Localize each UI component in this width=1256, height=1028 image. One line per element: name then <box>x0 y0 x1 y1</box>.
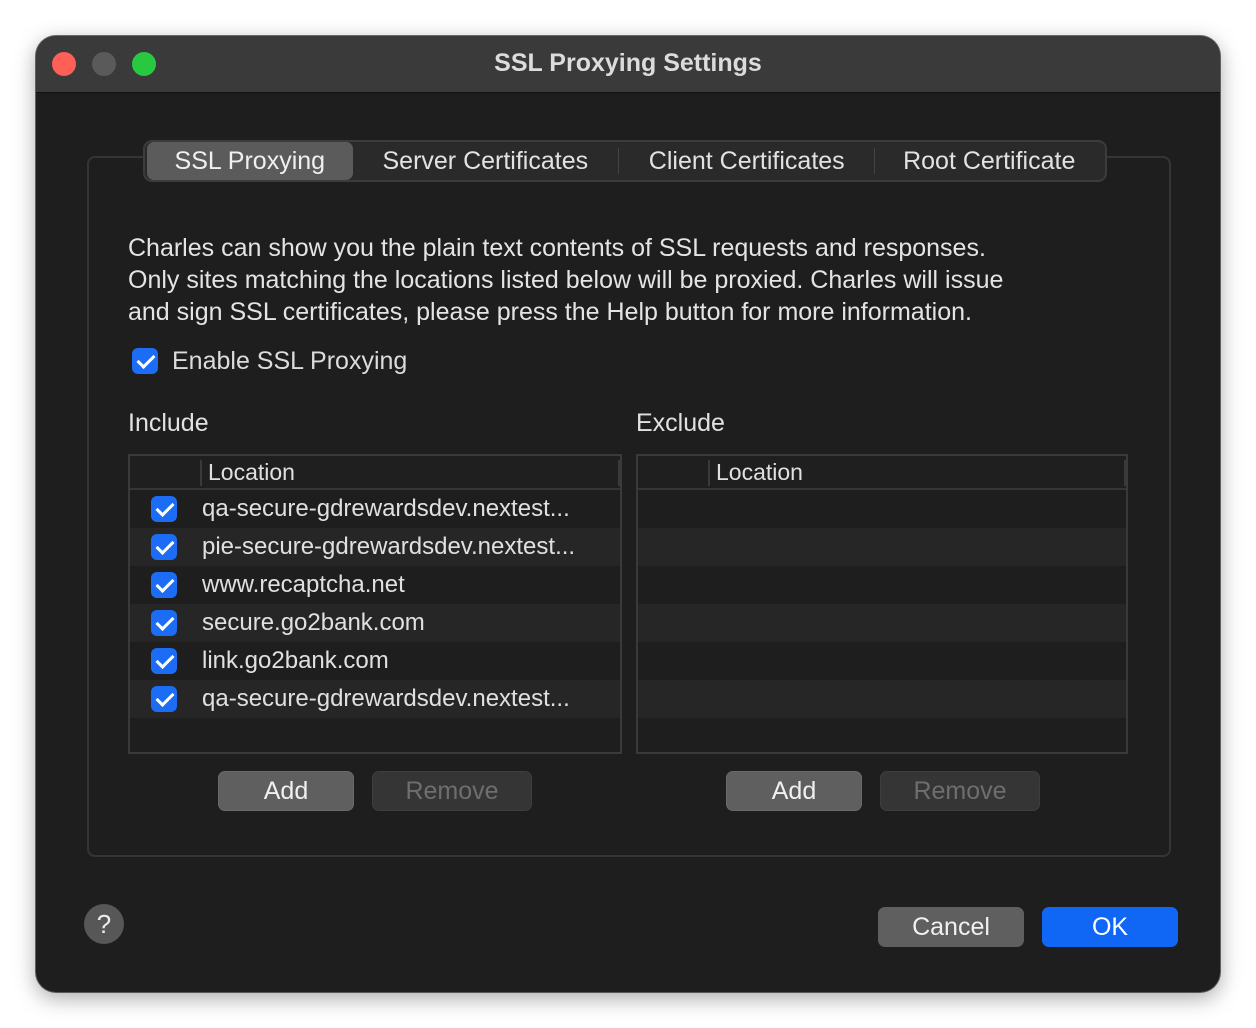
row-enabled-checkbox[interactable] <box>151 686 177 712</box>
include-remove-button[interactable]: Remove <box>372 771 532 811</box>
description-line: Charles can show you the plain text cont… <box>128 234 986 262</box>
description-line: Only sites matching the locations listed… <box>128 266 1004 294</box>
include-table-row[interactable]: qa-secure-gdrewardsdev.nextest... <box>130 680 620 718</box>
tab-client-certificates[interactable]: Client Certificates <box>619 142 874 180</box>
exclude-table[interactable]: Location <box>636 454 1128 754</box>
tab-root-certificate[interactable]: Root Certificate <box>875 142 1103 180</box>
exclude-location-column-header[interactable]: Location <box>716 456 803 488</box>
include-section-title: Include <box>128 409 209 437</box>
location-cell: qa-secure-gdrewardsdev.nextest... <box>202 685 570 712</box>
empty-row <box>638 528 1126 566</box>
row-enabled-checkbox[interactable] <box>151 648 177 674</box>
exclude-table-header: Location <box>638 456 1126 490</box>
ok-button[interactable]: OK <box>1042 907 1178 947</box>
empty-row <box>638 604 1126 642</box>
row-enabled-checkbox[interactable] <box>151 572 177 598</box>
empty-row <box>638 642 1126 680</box>
tab-server-certificates[interactable]: Server Certificates <box>353 142 618 180</box>
include-table-header: Location <box>130 456 620 490</box>
column-divider <box>1124 460 1126 486</box>
include-table-row[interactable]: link.go2bank.com <box>130 642 620 680</box>
cancel-button[interactable]: Cancel <box>878 907 1024 947</box>
location-cell: link.go2bank.com <box>202 647 389 674</box>
empty-row <box>638 490 1126 528</box>
include-table-row[interactable]: secure.go2bank.com <box>130 604 620 642</box>
location-cell: secure.go2bank.com <box>202 609 425 636</box>
row-enabled-checkbox[interactable] <box>151 496 177 522</box>
include-table-row[interactable]: qa-secure-gdrewardsdev.nextest... <box>130 490 620 528</box>
tab-bar: SSL Proxying Server Certificates Client … <box>143 140 1107 182</box>
title-bar: SSL Proxying Settings <box>36 36 1220 93</box>
include-add-button[interactable]: Add <box>218 771 354 811</box>
row-enabled-checkbox[interactable] <box>151 534 177 560</box>
exclude-remove-button[interactable]: Remove <box>880 771 1040 811</box>
description-text: Charles can show you the plain text cont… <box>128 232 1138 328</box>
ssl-proxying-settings-window: SSL Proxying Settings SSL Proxying Serve… <box>36 36 1220 992</box>
exclude-rows <box>638 490 1126 718</box>
include-location-column-header[interactable]: Location <box>208 456 295 488</box>
empty-row <box>638 680 1126 718</box>
column-divider <box>200 460 202 486</box>
enable-ssl-proxying-label: Enable SSL Proxying <box>172 346 408 375</box>
location-cell: www.recaptcha.net <box>202 571 405 598</box>
exclude-add-button[interactable]: Add <box>726 771 862 811</box>
location-cell: pie-secure-gdrewardsdev.nextest... <box>202 533 576 560</box>
include-table-row[interactable]: www.recaptcha.net <box>130 566 620 604</box>
include-table-row[interactable]: pie-secure-gdrewardsdev.nextest... <box>130 528 620 566</box>
column-divider <box>708 460 710 486</box>
enable-ssl-proxying-row[interactable]: Enable SSL Proxying <box>132 346 407 376</box>
row-enabled-checkbox[interactable] <box>151 610 177 636</box>
help-button[interactable]: ? <box>84 904 124 944</box>
include-table[interactable]: Location qa-secure-gdrewardsdev.nextest.… <box>128 454 622 754</box>
tab-ssl-proxying[interactable]: SSL Proxying <box>147 142 353 180</box>
column-divider <box>618 460 620 486</box>
enable-ssl-proxying-checkbox[interactable] <box>132 348 158 374</box>
exclude-section-title: Exclude <box>636 409 725 437</box>
empty-row <box>638 566 1126 604</box>
description-line: and sign SSL certificates, please press … <box>128 298 972 326</box>
include-rows: qa-secure-gdrewardsdev.nextest... pie-sec… <box>130 490 620 718</box>
location-cell: qa-secure-gdrewardsdev.nextest... <box>202 495 570 522</box>
window-title: SSL Proxying Settings <box>494 49 762 77</box>
